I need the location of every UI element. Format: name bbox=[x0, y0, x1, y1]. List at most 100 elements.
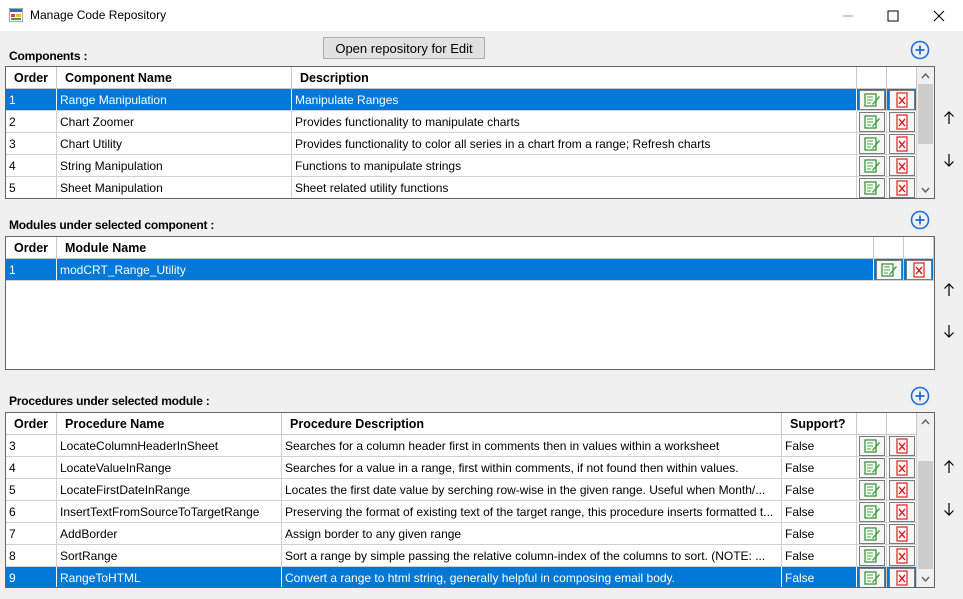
description-cell[interactable]: Provides functionality to color all seri… bbox=[292, 133, 857, 155]
edit-button[interactable] bbox=[858, 545, 885, 566]
component-row[interactable]: 3 Chart Utility Provides functionality t… bbox=[6, 133, 917, 155]
edit-button[interactable] bbox=[858, 567, 885, 587]
delete-button[interactable] bbox=[888, 457, 915, 478]
support-cell[interactable]: False bbox=[782, 479, 857, 501]
edit-button[interactable] bbox=[858, 523, 885, 544]
procedure-name-cell[interactable]: LocateColumnHeaderInSheet bbox=[57, 435, 282, 457]
delete-button[interactable] bbox=[888, 523, 915, 544]
procedure-description-cell[interactable]: Searches for a value in a range, first w… bbox=[282, 457, 782, 479]
order-cell[interactable]: 3 bbox=[6, 133, 57, 155]
procedure-name-cell[interactable]: InsertTextFromSourceToTargetRange bbox=[57, 501, 282, 523]
order-cell[interactable]: 3 bbox=[6, 435, 57, 457]
procedure-row[interactable]: 7 AddBorder Assign border to any given r… bbox=[6, 523, 917, 545]
procedures-scrollbar[interactable] bbox=[917, 413, 934, 587]
delete-button[interactable] bbox=[905, 259, 932, 280]
component-name-cell[interactable]: Range Manipulation bbox=[57, 89, 292, 111]
edit-button[interactable] bbox=[858, 155, 885, 176]
order-cell[interactable]: 4 bbox=[6, 155, 57, 177]
description-cell[interactable]: Functions to manipulate strings bbox=[292, 155, 857, 177]
procedure-row[interactable]: 9 RangeToHTML Convert a range to html st… bbox=[6, 567, 917, 587]
component-row[interactable]: 5 Sheet Manipulation Sheet related utili… bbox=[6, 177, 917, 198]
support-cell[interactable]: False bbox=[782, 545, 857, 567]
scroll-up-arrow[interactable] bbox=[917, 67, 934, 84]
delete-button[interactable] bbox=[888, 501, 915, 522]
component-name-cell[interactable]: Sheet Manipulation bbox=[57, 177, 292, 198]
description-cell[interactable]: Provides functionality to manipulate cha… bbox=[292, 111, 857, 133]
delete-button[interactable] bbox=[888, 545, 915, 566]
component-row[interactable]: 1 Range Manipulation Manipulate Ranges bbox=[6, 89, 917, 111]
delete-button[interactable] bbox=[888, 177, 915, 198]
edit-button[interactable] bbox=[858, 89, 885, 110]
procedure-row[interactable]: 6 InsertTextFromSourceToTargetRange Pres… bbox=[6, 501, 917, 523]
delete-button[interactable] bbox=[888, 479, 915, 500]
move-procedure-down-button[interactable] bbox=[937, 496, 960, 521]
component-name-cell[interactable]: String Manipulation bbox=[57, 155, 292, 177]
delete-button[interactable] bbox=[888, 89, 915, 110]
description-cell[interactable]: Manipulate Ranges bbox=[292, 89, 857, 111]
move-module-up-button[interactable] bbox=[937, 277, 960, 302]
scroll-thumb[interactable] bbox=[918, 84, 933, 144]
delete-button[interactable] bbox=[888, 435, 915, 456]
add-module-button[interactable] bbox=[908, 208, 932, 232]
procedure-name-cell[interactable]: RangeToHTML bbox=[57, 567, 282, 587]
minimize-button[interactable] bbox=[825, 0, 871, 31]
delete-button[interactable] bbox=[888, 567, 915, 587]
order-cell[interactable]: 2 bbox=[6, 111, 57, 133]
delete-button[interactable] bbox=[888, 111, 915, 132]
maximize-button[interactable] bbox=[870, 0, 916, 31]
order-cell[interactable]: 1 bbox=[6, 259, 57, 281]
delete-button[interactable] bbox=[888, 133, 915, 154]
move-module-down-button[interactable] bbox=[937, 318, 960, 343]
close-button[interactable] bbox=[916, 0, 962, 31]
component-row[interactable]: 4 String Manipulation Functions to manip… bbox=[6, 155, 917, 177]
edit-button[interactable] bbox=[858, 435, 885, 456]
support-cell[interactable]: False bbox=[782, 523, 857, 545]
procedure-name-cell[interactable]: AddBorder bbox=[57, 523, 282, 545]
scroll-thumb[interactable] bbox=[918, 461, 933, 569]
order-cell[interactable]: 1 bbox=[6, 89, 57, 111]
procedure-description-cell[interactable]: Searches for a column header first in co… bbox=[282, 435, 782, 457]
procedure-description-column-header[interactable]: Procedure Description bbox=[282, 413, 782, 435]
move-component-down-button[interactable] bbox=[937, 147, 960, 172]
order-cell[interactable]: 5 bbox=[6, 479, 57, 501]
module-row[interactable]: 1 modCRT_Range_Utility bbox=[6, 259, 934, 281]
procedure-description-cell[interactable]: Preserving the format of existing text o… bbox=[282, 501, 782, 523]
order-column-header[interactable]: Order bbox=[6, 237, 57, 259]
edit-button[interactable] bbox=[858, 479, 885, 500]
procedure-name-cell[interactable]: SortRange bbox=[57, 545, 282, 567]
scroll-down-arrow[interactable] bbox=[917, 181, 934, 198]
edit-button[interactable] bbox=[858, 457, 885, 478]
procedure-row[interactable]: 5 LocateFirstDateInRange Locates the fir… bbox=[6, 479, 917, 501]
order-cell[interactable]: 4 bbox=[6, 457, 57, 479]
edit-button[interactable] bbox=[858, 111, 885, 132]
delete-button[interactable] bbox=[888, 155, 915, 176]
edit-button[interactable] bbox=[858, 133, 885, 154]
procedure-row[interactable]: 4 LocateValueInRange Searches for a valu… bbox=[6, 457, 917, 479]
procedure-description-cell[interactable]: Locates the first date value by serching… bbox=[282, 479, 782, 501]
edit-button[interactable] bbox=[858, 177, 885, 198]
component-name-column-header[interactable]: Component Name bbox=[57, 67, 292, 89]
add-procedure-button[interactable] bbox=[908, 384, 932, 408]
scroll-down-arrow[interactable] bbox=[917, 570, 934, 587]
procedure-name-cell[interactable]: LocateFirstDateInRange bbox=[57, 479, 282, 501]
open-repository-button[interactable]: Open repository for Edit bbox=[323, 37, 485, 59]
edit-button[interactable] bbox=[875, 259, 902, 280]
support-cell[interactable]: False bbox=[782, 567, 857, 587]
description-cell[interactable]: Sheet related utility functions bbox=[292, 177, 857, 198]
procedure-row[interactable]: 3 LocateColumnHeaderInSheet Searches for… bbox=[6, 435, 917, 457]
order-cell[interactable]: 7 bbox=[6, 523, 57, 545]
order-cell[interactable]: 6 bbox=[6, 501, 57, 523]
procedure-row[interactable]: 8 SortRange Sort a range by simple passi… bbox=[6, 545, 917, 567]
add-component-button[interactable] bbox=[908, 38, 932, 62]
component-name-cell[interactable]: Chart Zoomer bbox=[57, 111, 292, 133]
support-cell[interactable]: False bbox=[782, 457, 857, 479]
move-component-up-button[interactable] bbox=[937, 105, 960, 130]
order-column-header[interactable]: Order bbox=[6, 413, 57, 435]
procedure-description-cell[interactable]: Convert a range to html string, generall… bbox=[282, 567, 782, 587]
move-procedure-up-button[interactable] bbox=[937, 454, 960, 479]
component-row[interactable]: 2 Chart Zoomer Provides functionality to… bbox=[6, 111, 917, 133]
edit-button[interactable] bbox=[858, 501, 885, 522]
order-cell[interactable]: 5 bbox=[6, 177, 57, 198]
module-name-column-header[interactable]: Module Name bbox=[57, 237, 874, 259]
order-cell[interactable]: 8 bbox=[6, 545, 57, 567]
